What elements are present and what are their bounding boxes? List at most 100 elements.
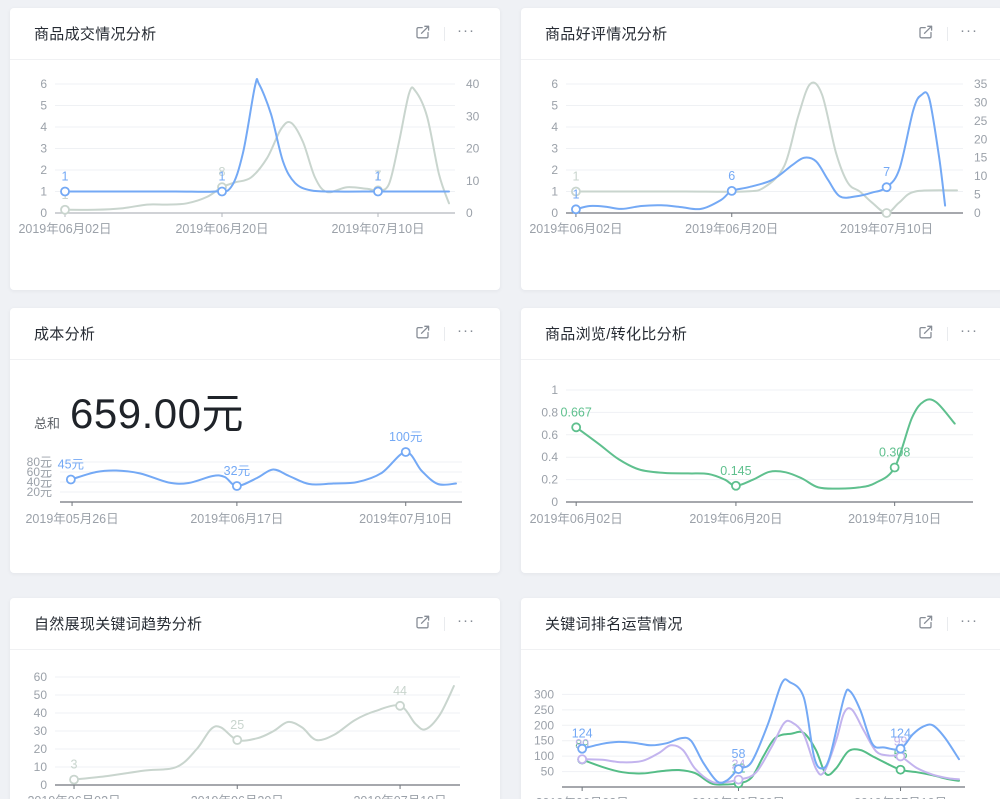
card-title: 成本分析 bbox=[34, 323, 95, 344]
svg-text:2019年06月20日: 2019年06月20日 bbox=[191, 794, 284, 799]
svg-text:50: 50 bbox=[541, 765, 555, 779]
ellipsis-icon: ··· bbox=[457, 326, 475, 336]
card-deal-analysis: 商品成交情况分析 ··· 2019年06月02日 2019年06月20日 2019年… bbox=[10, 8, 500, 290]
svg-text:0.667: 0.667 bbox=[561, 405, 592, 419]
svg-text:1: 1 bbox=[62, 170, 69, 184]
card-toolbar: ··· bbox=[411, 22, 478, 46]
cost-line-chart: 2019年05月26日2019年06月17日2019年07月10日20元40元6… bbox=[10, 430, 500, 573]
conversion-line-chart: 2019年06月02日2019年06月20日2019年07月10日00.20.4… bbox=[521, 360, 1000, 573]
ellipsis-icon: ··· bbox=[960, 616, 978, 626]
more-button[interactable]: ··· bbox=[957, 22, 981, 46]
svg-text:0: 0 bbox=[551, 206, 558, 220]
card-title: 自然展现关键词趋势分析 bbox=[34, 613, 202, 634]
svg-text:2019年06月02日: 2019年06月02日 bbox=[18, 222, 111, 236]
svg-text:2019年05月26日: 2019年05月26日 bbox=[25, 512, 118, 526]
svg-text:25: 25 bbox=[230, 718, 244, 732]
card-toolbar: ··· bbox=[411, 612, 478, 636]
toolbar-divider bbox=[947, 327, 948, 341]
svg-text:100: 100 bbox=[534, 749, 554, 763]
svg-text:30: 30 bbox=[466, 109, 480, 123]
svg-text:0: 0 bbox=[40, 206, 47, 220]
svg-text:3: 3 bbox=[40, 142, 47, 156]
card-title: 商品成交情况分析 bbox=[34, 23, 156, 44]
praise-line-chart: 2019年06月02日2019年06月20日2019年07月10日0123456… bbox=[521, 60, 1000, 290]
svg-text:6: 6 bbox=[40, 77, 47, 91]
toolbar-divider bbox=[444, 617, 445, 631]
expand-button[interactable] bbox=[914, 612, 938, 636]
open-in-new-icon bbox=[415, 24, 431, 43]
svg-text:300: 300 bbox=[534, 687, 554, 701]
svg-text:32元: 32元 bbox=[224, 464, 250, 478]
svg-text:10: 10 bbox=[466, 174, 480, 188]
ellipsis-icon: ··· bbox=[960, 26, 978, 36]
toolbar-divider bbox=[947, 617, 948, 631]
card-toolbar: ··· bbox=[411, 322, 478, 346]
deal-line-chart: 2019年06月02日2019年06月20日2019年07月10日0123456… bbox=[10, 60, 500, 290]
toolbar-divider bbox=[444, 327, 445, 341]
svg-text:10: 10 bbox=[974, 169, 988, 183]
expand-button[interactable] bbox=[411, 22, 435, 46]
svg-text:150: 150 bbox=[534, 734, 554, 748]
expand-button[interactable] bbox=[411, 612, 435, 636]
svg-text:30: 30 bbox=[34, 724, 48, 738]
svg-text:0: 0 bbox=[551, 495, 558, 509]
svg-text:2019年07月10日: 2019年07月10日 bbox=[331, 222, 424, 236]
svg-text:124: 124 bbox=[890, 727, 911, 741]
open-in-new-icon bbox=[918, 24, 934, 43]
svg-text:45元: 45元 bbox=[58, 458, 84, 472]
toolbar-divider bbox=[947, 27, 948, 41]
svg-text:2019年07月10日: 2019年07月10日 bbox=[359, 512, 452, 526]
ellipsis-icon: ··· bbox=[457, 616, 475, 626]
svg-text:0.4: 0.4 bbox=[541, 450, 558, 464]
svg-text:6: 6 bbox=[551, 77, 558, 91]
ellipsis-icon: ··· bbox=[457, 26, 475, 36]
svg-text:3: 3 bbox=[551, 142, 558, 156]
svg-text:7: 7 bbox=[883, 165, 890, 179]
svg-text:2019年06月20日: 2019年06月20日 bbox=[685, 222, 778, 236]
more-button[interactable]: ··· bbox=[957, 612, 981, 636]
more-button[interactable]: ··· bbox=[454, 612, 478, 636]
more-button[interactable]: ··· bbox=[957, 322, 981, 346]
svg-text:2019年06月02日: 2019年06月02日 bbox=[27, 794, 120, 799]
card-header: 关键词排名运营情况 ··· bbox=[521, 598, 1000, 650]
svg-text:2019年06月20日: 2019年06月20日 bbox=[689, 512, 782, 526]
card-header: 商品成交情况分析 ··· bbox=[10, 8, 500, 60]
svg-text:0.2: 0.2 bbox=[541, 473, 558, 487]
svg-text:5: 5 bbox=[551, 99, 558, 113]
svg-text:1: 1 bbox=[219, 170, 226, 184]
expand-button[interactable] bbox=[914, 22, 938, 46]
svg-text:10: 10 bbox=[34, 760, 48, 774]
svg-text:0.145: 0.145 bbox=[720, 464, 751, 478]
svg-text:2019年06月02日: 2019年06月02日 bbox=[529, 222, 622, 236]
svg-text:2019年06月17日: 2019年06月17日 bbox=[190, 512, 283, 526]
svg-text:20: 20 bbox=[466, 142, 480, 156]
svg-text:44: 44 bbox=[393, 684, 407, 698]
card-title: 商品浏览/转化比分析 bbox=[545, 323, 687, 344]
svg-text:2: 2 bbox=[551, 163, 558, 177]
card-toolbar: ··· bbox=[914, 612, 981, 636]
expand-button[interactable] bbox=[914, 322, 938, 346]
svg-text:124: 124 bbox=[572, 727, 593, 741]
svg-text:60: 60 bbox=[34, 670, 48, 684]
svg-text:2019年06月20日: 2019年06月20日 bbox=[175, 222, 268, 236]
svg-text:0.308: 0.308 bbox=[879, 446, 910, 460]
svg-text:40: 40 bbox=[34, 706, 48, 720]
svg-text:30: 30 bbox=[974, 95, 988, 109]
card-cost-analysis: 成本分析 ··· 总和 659.00元 2019年05月26日 2019年06月1… bbox=[10, 308, 500, 573]
more-button[interactable]: ··· bbox=[454, 322, 478, 346]
svg-text:2: 2 bbox=[40, 163, 47, 177]
svg-text:0: 0 bbox=[974, 206, 981, 220]
keyword-trend-line-chart: 2019年06月02日2019年06月20日2019年07月10日0102030… bbox=[10, 650, 500, 799]
svg-text:2019年06月02日: 2019年06月02日 bbox=[530, 512, 623, 526]
svg-text:1: 1 bbox=[375, 170, 382, 184]
card-title: 关键词排名运营情况 bbox=[545, 613, 683, 634]
summary-block: 总和 659.00元 bbox=[10, 360, 500, 430]
svg-text:40: 40 bbox=[466, 77, 480, 91]
svg-text:5: 5 bbox=[40, 99, 47, 113]
svg-text:25: 25 bbox=[974, 114, 988, 128]
svg-text:3: 3 bbox=[71, 758, 78, 772]
more-button[interactable]: ··· bbox=[454, 22, 478, 46]
open-in-new-icon bbox=[918, 614, 934, 633]
card-header: 自然展现关键词趋势分析 ··· bbox=[10, 598, 500, 650]
expand-button[interactable] bbox=[411, 322, 435, 346]
